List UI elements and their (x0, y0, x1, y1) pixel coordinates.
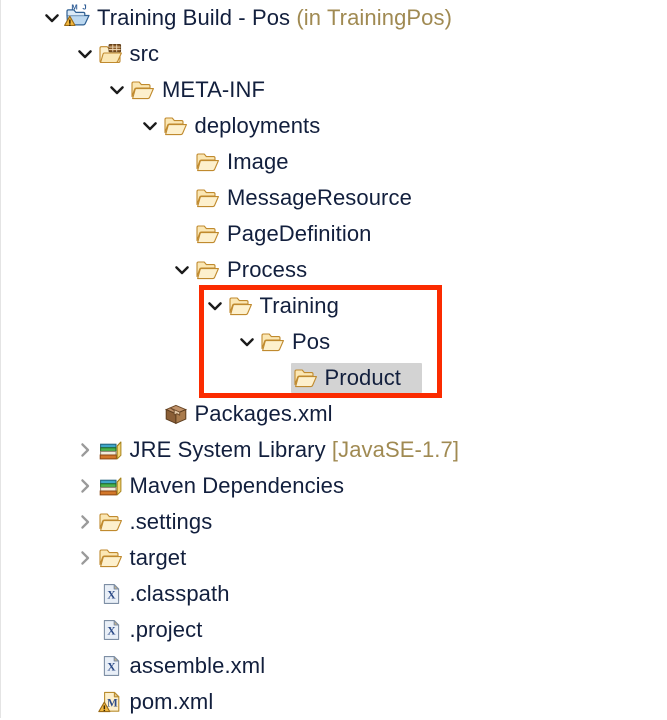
xml-file-icon: X (98, 581, 124, 607)
tree-row-label: deployments (194, 113, 321, 138)
tree-row-label: target (129, 545, 187, 570)
tree-row-label: .project (129, 617, 203, 642)
tree-row-meta-inf[interactable]: META-INF (1, 72, 667, 108)
chevron-down-icon[interactable] (206, 297, 224, 315)
tree-row-label: MessageResource (227, 185, 412, 210)
tree-row-label: src (129, 41, 160, 66)
package-explorer-tree[interactable]: M J Training Build - Pos (in TrainingPos… (0, 0, 667, 718)
tree-row-label: Product (324, 365, 402, 390)
chevron-right-icon[interactable] (76, 477, 94, 495)
svg-text:M: M (71, 3, 77, 12)
tree-row-text: JRE System Library [JavaSE-1.7] (130, 437, 460, 463)
folder-icon (98, 509, 124, 535)
tree-row-label: Image (227, 149, 289, 174)
tree-row-label: Pos (292, 329, 331, 354)
tree-row-product[interactable]: Product (1, 360, 667, 396)
tree-row-jre-system-library[interactable]: JRE System Library [JavaSE-1.7] (1, 432, 667, 468)
folder-icon (195, 221, 221, 247)
svg-text:X: X (107, 625, 116, 638)
folder-icon (293, 365, 319, 391)
tree-row-label: PageDefinition (227, 221, 372, 246)
tree-row-training-build-pos[interactable]: M J Training Build - Pos (in TrainingPos… (1, 0, 667, 36)
tree-row-classpath[interactable]: X .classpath (1, 576, 667, 612)
tree-row-project[interactable]: X .project (1, 612, 667, 648)
chevron-down-icon[interactable] (76, 45, 94, 63)
svg-text:X: X (107, 589, 116, 602)
tree-row-maven-dependencies[interactable]: Maven Dependencies (1, 468, 667, 504)
chevron-down-icon[interactable] (173, 261, 191, 279)
tree-row-pos[interactable]: Pos (1, 324, 667, 360)
tree-row-label: Maven Dependencies (129, 473, 345, 498)
tree-row-target[interactable]: target (1, 540, 667, 576)
folder-icon (195, 149, 221, 175)
tree-row-settings[interactable]: .settings (1, 504, 667, 540)
tree-row-training[interactable]: Training (1, 288, 667, 324)
tree-row-label: .classpath (129, 581, 230, 606)
tree-row-suffix: (in TrainingPos) (290, 5, 453, 30)
tree-row-process[interactable]: Process (1, 252, 667, 288)
folder-icon (98, 545, 124, 571)
svg-text:X: X (107, 661, 116, 674)
tree-row-src[interactable]: src (1, 36, 667, 72)
tree-row-message-resource[interactable]: MessageResource (1, 180, 667, 216)
chevron-right-icon[interactable] (76, 513, 94, 531)
chevron-down-icon[interactable] (238, 333, 256, 351)
java-project-warning-icon: M J (62, 3, 92, 33)
tree-row-text: Training Build - Pos (in TrainingPos) (97, 5, 452, 31)
folder-icon (228, 293, 254, 319)
tree-row-label: Process (227, 257, 308, 282)
chevron-down-icon[interactable] (108, 81, 126, 99)
tree-row-label: assemble.xml (129, 653, 266, 678)
tree-row-page-definition[interactable]: PageDefinition (1, 216, 667, 252)
folder-icon (163, 113, 189, 139)
chevron-down-icon[interactable] (43, 9, 61, 27)
tree-row-label: JRE System Library (129, 437, 326, 462)
tree-row-assemble-xml[interactable]: X assemble.xml (1, 648, 667, 684)
tree-row-pom-xml[interactable]: M pom.xml (1, 684, 667, 720)
folder-icon (195, 185, 221, 211)
library-books-icon (98, 473, 124, 499)
folder-icon (260, 329, 286, 355)
chevron-right-icon[interactable] (76, 441, 94, 459)
tree-row-label: Packages.xml (194, 401, 333, 426)
folder-icon (195, 257, 221, 283)
xml-file-icon: X (98, 653, 124, 679)
chevron-right-icon[interactable] (76, 549, 94, 567)
tree-row-label: .settings (129, 509, 213, 534)
tree-row-label: pom.xml (129, 689, 214, 714)
svg-text:J: J (82, 3, 86, 12)
source-folder-icon (98, 41, 124, 67)
chevron-down-icon[interactable] (141, 117, 159, 135)
tree-row-label: Training Build - Pos (97, 5, 291, 30)
tree-row-suffix: [JavaSE-1.7] (325, 437, 460, 462)
tree-row-image[interactable]: Image (1, 144, 667, 180)
tree-row-label: Training (259, 293, 339, 318)
package-box-icon (163, 401, 189, 427)
maven-pom-warning-icon: M (97, 689, 124, 715)
tree-row-deployments[interactable]: deployments (1, 108, 667, 144)
xml-file-icon: X (98, 617, 124, 643)
tree-row-packages-xml[interactable]: Packages.xml (1, 396, 667, 432)
library-books-icon (98, 437, 124, 463)
tree-row-label: META-INF (162, 77, 266, 102)
svg-text:M: M (107, 697, 118, 709)
folder-icon (130, 77, 156, 103)
